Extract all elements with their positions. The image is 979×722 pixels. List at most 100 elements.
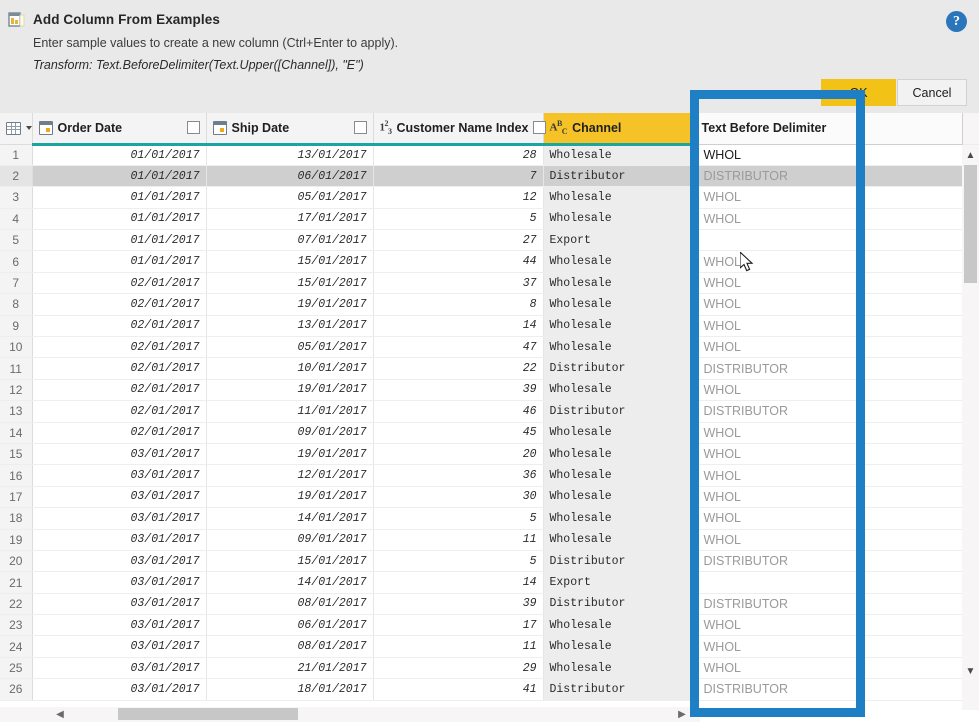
column-checkbox-order-date[interactable] [186,121,200,135]
cell-channel[interactable]: Wholesale [543,144,696,166]
table-row[interactable]: 14 02/01/2017 09/01/2017 45 Wholesale WHOL [0,422,979,444]
row-number-cell[interactable]: 24 [0,635,33,658]
cell-text-before-delimiter[interactable]: WHOL [694,614,862,637]
table-row[interactable]: 12 02/01/2017 19/01/2017 39 Wholesale WHOL [0,379,979,402]
cell-channel[interactable]: Export [543,229,696,252]
cell-empty-column[interactable] [861,571,963,594]
cell-customer-name-index[interactable]: 37 [373,272,544,295]
cell-ship-date[interactable]: 13/01/2017 [206,315,374,338]
cell-customer-name-index[interactable]: 17 [373,614,544,637]
cell-ship-date[interactable]: 19/01/2017 [206,379,374,402]
table-row[interactable]: 24 03/01/2017 08/01/2017 11 Wholesale WHOL [0,635,979,658]
cell-empty-column[interactable] [861,464,963,487]
cell-empty-column[interactable] [861,165,963,188]
cell-empty-column[interactable] [861,443,963,466]
table-row[interactable]: 13 02/01/2017 11/01/2017 46 Distributor DISTR… [0,400,979,423]
row-number-cell[interactable]: 26 [0,678,33,701]
table-row[interactable]: 18 03/01/2017 14/01/2017 5 Wholesale WHOL [0,507,979,530]
cell-order-date[interactable]: 03/01/2017 [32,443,207,466]
row-number-cell[interactable]: 23 [0,614,33,637]
cell-ship-date[interactable]: 08/01/2017 [206,593,374,616]
table-row[interactable]: 16 03/01/2017 12/01/2017 36 Wholesale WHOL [0,464,979,487]
cell-text-before-delimiter[interactable]: WHOL [694,144,862,166]
cell-customer-name-index[interactable]: 41 [373,678,544,701]
cell-ship-date[interactable]: 06/01/2017 [206,614,374,637]
row-number-cell[interactable]: 1 [0,144,33,166]
cell-customer-name-index[interactable]: 45 [373,422,544,444]
cell-customer-name-index[interactable]: 47 [373,336,544,359]
cell-ship-date[interactable]: 06/01/2017 [206,165,374,188]
cell-empty-column[interactable] [861,186,963,209]
chevron-right-icon[interactable]: ▶ [674,707,690,722]
cell-empty-column[interactable] [861,229,963,252]
horizontal-scrollbar[interactable]: ◀ ▶ [0,707,700,722]
cell-empty-column[interactable] [861,144,963,166]
cell-channel[interactable]: Export [543,571,696,594]
vertical-scrollbar-thumb[interactable] [964,165,977,283]
cell-text-before-delimiter[interactable]: WHOL [694,635,862,658]
column-header-customer-name-index[interactable]: 123 Customer Name Index [373,113,547,146]
cell-text-before-delimiter[interactable]: DISTRIBUTOR [694,400,862,423]
table-row[interactable]: 25 03/01/2017 21/01/2017 29 Wholesale WHOL [0,657,979,680]
column-header-text-before-delimiter[interactable]: Text Before Delimiter [694,113,862,145]
cell-customer-name-index[interactable]: 44 [373,250,544,273]
cell-ship-date[interactable]: 19/01/2017 [206,293,374,316]
row-number-cell[interactable]: 4 [0,208,33,231]
row-number-cell[interactable]: 16 [0,464,33,487]
chevron-down-icon[interactable] [26,126,32,131]
table-row[interactable]: 4 01/01/2017 17/01/2017 5 Wholesale WHOL [0,208,979,231]
table-row[interactable]: 8 02/01/2017 19/01/2017 8 Wholesale WHOL [0,293,979,316]
row-number-cell[interactable]: 12 [0,379,33,402]
cell-order-date[interactable]: 01/01/2017 [32,165,207,188]
cell-empty-column[interactable] [861,400,963,423]
table-row[interactable]: 2 01/01/2017 06/01/2017 7 Distributor DISTRIB… [0,165,979,188]
cell-customer-name-index[interactable]: 28 [373,144,544,166]
cell-customer-name-index[interactable]: 5 [373,550,544,573]
cell-customer-name-index[interactable]: 30 [373,486,544,509]
cell-ship-date[interactable]: 14/01/2017 [206,507,374,530]
cell-channel[interactable]: Wholesale [543,293,696,316]
table-row[interactable]: 5 01/01/2017 07/01/2017 27 Export [0,229,979,252]
cell-empty-column[interactable] [861,529,963,551]
cell-ship-date[interactable]: 15/01/2017 [206,272,374,295]
cell-customer-name-index[interactable]: 11 [373,635,544,658]
cell-order-date[interactable]: 02/01/2017 [32,400,207,423]
cell-empty-column[interactable] [861,635,963,658]
cell-text-before-delimiter[interactable]: WHOL [694,443,862,466]
cell-order-date[interactable]: 02/01/2017 [32,272,207,295]
index-column-header[interactable] [0,113,33,145]
vertical-scrollbar[interactable]: ▲ ▼ [962,145,979,710]
cell-text-before-delimiter[interactable]: WHOL [694,422,862,444]
cell-order-date[interactable]: 01/01/2017 [32,186,207,209]
ok-button[interactable]: OK [821,79,896,106]
table-row[interactable]: 10 02/01/2017 05/01/2017 47 Wholesale WHOL [0,336,979,359]
cell-ship-date[interactable]: 19/01/2017 [206,486,374,509]
row-number-cell[interactable]: 10 [0,336,33,359]
chevron-left-icon[interactable]: ◀ [52,707,68,722]
table-row[interactable]: 1 01/01/2017 13/01/2017 28 Wholesale WHOL [0,144,979,166]
cell-channel[interactable]: Wholesale [543,250,696,273]
cell-channel[interactable]: Wholesale [543,422,696,444]
cell-text-before-delimiter[interactable] [694,571,862,594]
cell-text-before-delimiter[interactable]: DISTRIBUTOR [694,593,862,616]
cell-text-before-delimiter[interactable]: WHOL [694,293,862,316]
table-row[interactable]: 15 03/01/2017 19/01/2017 20 Wholesale WHOL [0,443,979,466]
cell-channel[interactable]: Distributor [543,400,696,423]
table-row[interactable]: 11 02/01/2017 10/01/2017 22 Distributor DISTR… [0,357,979,380]
cell-text-before-delimiter[interactable]: WHOL [694,657,862,680]
cell-channel[interactable]: Distributor [543,550,696,573]
cell-ship-date[interactable]: 05/01/2017 [206,336,374,359]
cell-channel[interactable]: Distributor [543,593,696,616]
cell-customer-name-index[interactable]: 7 [373,165,544,188]
column-checkbox-ship-date[interactable] [353,121,367,135]
cell-empty-column[interactable] [861,593,963,616]
cell-empty-column[interactable] [861,208,963,231]
cell-customer-name-index[interactable]: 46 [373,400,544,423]
cell-text-before-delimiter[interactable]: DISTRIBUTOR [694,357,862,380]
cell-order-date[interactable]: 03/01/2017 [32,507,207,530]
cell-order-date[interactable]: 03/01/2017 [32,593,207,616]
cell-empty-column[interactable] [861,315,963,338]
cell-order-date[interactable]: 01/01/2017 [32,250,207,273]
cell-order-date[interactable]: 03/01/2017 [32,657,207,680]
cell-text-before-delimiter[interactable]: WHOL [694,486,862,509]
